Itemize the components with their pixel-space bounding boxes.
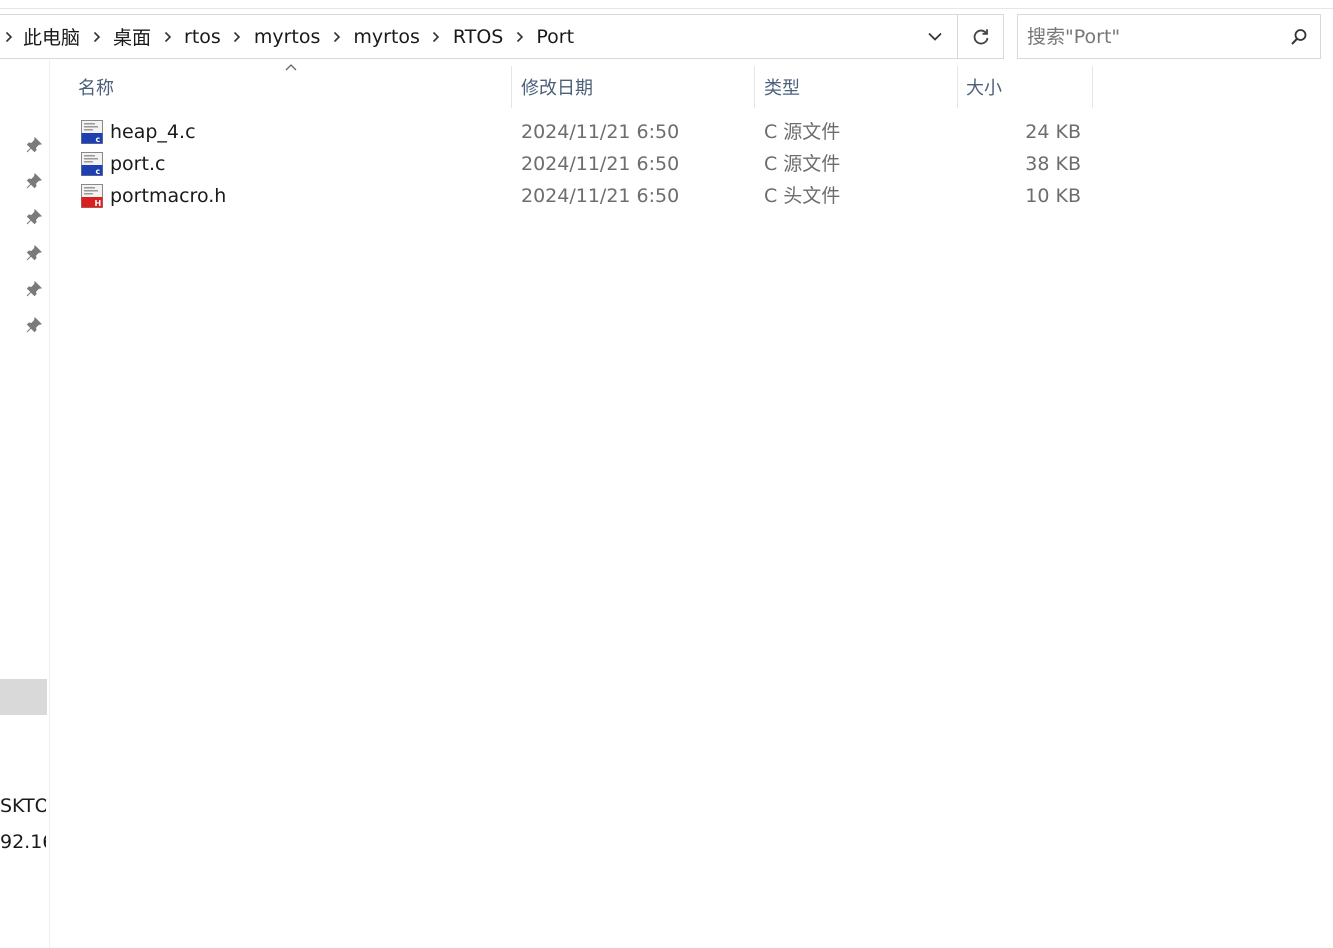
column-header-type-label: 类型 <box>764 78 800 99</box>
column-resize-handle[interactable] <box>957 66 958 108</box>
file-modified-date: 2024/11/21 6:50 <box>521 153 680 175</box>
column-resize-handle[interactable] <box>754 66 755 108</box>
nav-item-network-address[interactable]: 92.16 <box>0 829 46 855</box>
pin-icon[interactable] <box>24 279 44 299</box>
nav-item-computer-name[interactable]: SKTOP <box>0 793 46 819</box>
chevron-right-icon[interactable] <box>505 15 534 58</box>
pin-icon[interactable] <box>24 315 44 335</box>
search-input[interactable] <box>1027 15 1277 58</box>
search-icon <box>1291 28 1307 45</box>
breadcrumb-item-port[interactable]: Port <box>534 26 576 48</box>
column-header-name[interactable]: 名称 <box>78 66 510 108</box>
breadcrumb-item-this-pc[interactable]: 此电脑 <box>21 23 82 50</box>
column-header-name-label: 名称 <box>78 78 114 99</box>
svg-text:c: c <box>96 135 101 144</box>
top-divider <box>0 8 1333 9</box>
nav-item-selected[interactable] <box>0 679 47 715</box>
file-modified-date: 2024/11/21 6:50 <box>521 185 680 207</box>
breadcrumb-item-myrtos-2[interactable]: myrtos <box>351 26 422 48</box>
pin-icon[interactable] <box>24 135 44 155</box>
file-size: 10 KB <box>1025 185 1081 207</box>
search-box <box>1017 14 1321 59</box>
breadcrumb-item-rtos[interactable]: rtos <box>182 26 223 48</box>
address-history-dropdown[interactable] <box>913 15 957 58</box>
c-source-file-icon: c <box>81 152 103 176</box>
c-header-file-icon: H <box>81 184 103 208</box>
svg-text:c: c <box>96 167 101 176</box>
column-header-size[interactable]: 大小 <box>966 66 1091 108</box>
svg-text:H: H <box>95 199 102 208</box>
navigation-pane-divider[interactable] <box>49 60 50 948</box>
pin-icon[interactable] <box>24 171 44 191</box>
pin-icon[interactable] <box>24 243 44 263</box>
address-bar[interactable]: 此电脑 桌面 rtos myrtos myrtos RTOS Port <box>0 14 1004 59</box>
file-row-heap-4-c[interactable]: c heap_4.c 2024/11/21 6:50 C 源文件 24 KB <box>78 116 1092 148</box>
file-type: C 源文件 <box>764 121 841 143</box>
chevron-right-icon[interactable] <box>5 15 21 58</box>
file-name[interactable]: heap_4.c <box>110 116 196 148</box>
c-source-file-icon: c <box>81 120 103 144</box>
breadcrumb-item-desktop[interactable]: 桌面 <box>111 23 153 50</box>
refresh-icon <box>973 28 988 44</box>
column-header-size-label: 大小 <box>966 78 1002 99</box>
file-modified-date: 2024/11/21 6:50 <box>521 121 680 143</box>
column-header-date-label: 修改日期 <box>521 78 593 99</box>
file-type: C 源文件 <box>764 153 841 175</box>
chevron-right-icon[interactable] <box>422 15 451 58</box>
breadcrumb-item-myrtos[interactable]: myrtos <box>252 26 323 48</box>
file-row-port-c[interactable]: c port.c 2024/11/21 6:50 C 源文件 38 KB <box>78 148 1092 180</box>
column-header-type[interactable]: 类型 <box>764 66 956 108</box>
chevron-right-icon[interactable] <box>153 15 182 58</box>
file-size: 24 KB <box>1025 121 1081 143</box>
chevron-right-icon[interactable] <box>223 15 252 58</box>
search-button[interactable] <box>1286 15 1312 58</box>
file-type: C 头文件 <box>764 185 841 207</box>
column-resize-handle[interactable] <box>1092 66 1093 108</box>
file-size: 38 KB <box>1025 153 1081 175</box>
file-name[interactable]: port.c <box>110 148 165 180</box>
breadcrumb-item-rtos-upper[interactable]: RTOS <box>451 26 505 48</box>
column-header-date[interactable]: 修改日期 <box>521 66 753 108</box>
refresh-button[interactable] <box>958 15 1003 58</box>
chevron-right-icon[interactable] <box>322 15 351 58</box>
pin-icon[interactable] <box>24 207 44 227</box>
file-name[interactable]: portmacro.h <box>110 180 226 212</box>
chevron-down-icon <box>928 32 942 41</box>
file-explorer-window: 此电脑 桌面 rtos myrtos myrtos RTOS Port 搜索"P… <box>0 0 1333 948</box>
column-resize-handle[interactable] <box>511 66 512 108</box>
file-row-portmacro-h[interactable]: H portmacro.h 2024/11/21 6:50 C 头文件 10 K… <box>78 180 1092 212</box>
chevron-right-icon[interactable] <box>82 15 111 58</box>
breadcrumb: 此电脑 桌面 rtos myrtos myrtos RTOS Port <box>5 15 576 58</box>
